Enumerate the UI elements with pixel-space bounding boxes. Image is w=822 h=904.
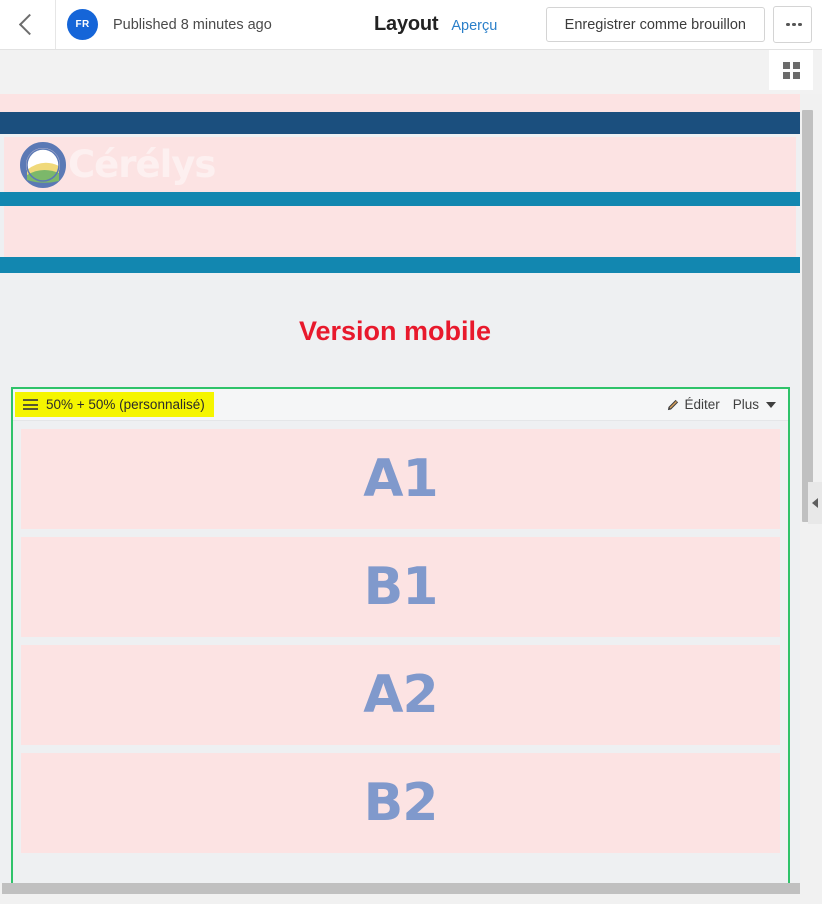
site-teal-bar-2 [0,257,800,273]
layout-block[interactable]: A2 [21,645,780,745]
section-more-button[interactable]: Plus [733,397,776,412]
chevron-left-icon [812,498,818,508]
site-top-strip [0,94,800,112]
edit-section-label: Éditer [684,397,720,412]
page-title: Layout [374,13,439,35]
section-more-label: Plus [732,397,759,412]
vertical-scrollbar-thumb[interactable] [802,110,813,522]
selected-section[interactable]: 50% + 50% (personnalisé) Éditer Plus A1 … [11,387,790,893]
layout-block-label: B1 [363,557,439,617]
edit-section-button[interactable]: Éditer [667,397,720,412]
layout-block-label: A2 [363,665,438,725]
pencil-icon [667,399,679,411]
section-actions: Éditer Plus [667,397,776,412]
site-content-placeholder [4,206,796,257]
hamburger-icon [23,399,38,410]
layout-type-label: 50% + 50% (personnalisé) [46,397,205,412]
layout-block-label: A1 [363,449,438,509]
grid-cell [792,61,800,69]
version-mobile-heading: Version mobile [298,316,492,346]
title-group: Layout Aperçu [374,13,497,36]
horizontal-scrollbar-thumb[interactable] [2,883,800,894]
site-logo-band: Cérélys [4,137,796,192]
app-header: FR Published 8 minutes ago Layout Aperçu… [0,0,822,50]
grid-cell [792,71,800,79]
layout-block-label: B2 [363,773,439,833]
avatar-initials: FR [75,19,90,30]
layout-type-badge[interactable]: 50% + 50% (personnalisé) [15,392,214,417]
horizontal-scrollbar[interactable] [0,883,800,894]
grid-view-icon [782,61,800,79]
site-logo-text: Cérélys [68,143,216,186]
header-more-button[interactable] [773,6,812,43]
ellipsis-dot [792,22,796,27]
save-draft-button[interactable]: Enregistrer comme brouillon [545,7,765,42]
hamburger-line [23,408,38,410]
avatar[interactable]: FR [67,9,98,40]
hamburger-line [23,403,38,406]
site-logo: Cérélys [20,141,216,188]
layout-block[interactable]: A1 [21,429,780,529]
layout-block[interactable]: B1 [21,537,780,637]
chevron-down-icon [766,401,776,408]
layout-blocks: A1 B1 A2 B2 [13,421,788,861]
hamburger-line [23,399,38,401]
header-actions: Enregistrer comme brouillon [545,6,812,43]
panel-collapse-handle[interactable] [808,482,822,524]
grid-cell [782,61,790,69]
chevron-left-icon [18,13,41,36]
sub-toolbar [0,50,822,94]
publish-status: Published 8 minutes ago [113,16,272,33]
ellipsis-dot [786,22,790,27]
site-navy-bar [0,112,800,134]
grid-cell [782,71,790,79]
cerelys-logo-icon [20,141,66,188]
site-teal-bar-1 [0,192,800,206]
editor-canvas[interactable]: Cérélys Version mobile 50% + 50% (person… [0,94,800,894]
back-button[interactable] [0,0,56,49]
ellipsis-dot [798,22,802,27]
preview-link[interactable]: Aperçu [451,18,497,34]
section-toolbar: 50% + 50% (personnalisé) Éditer Plus [13,389,788,421]
grid-view-button[interactable] [769,50,813,90]
layout-block[interactable]: B2 [21,753,780,853]
